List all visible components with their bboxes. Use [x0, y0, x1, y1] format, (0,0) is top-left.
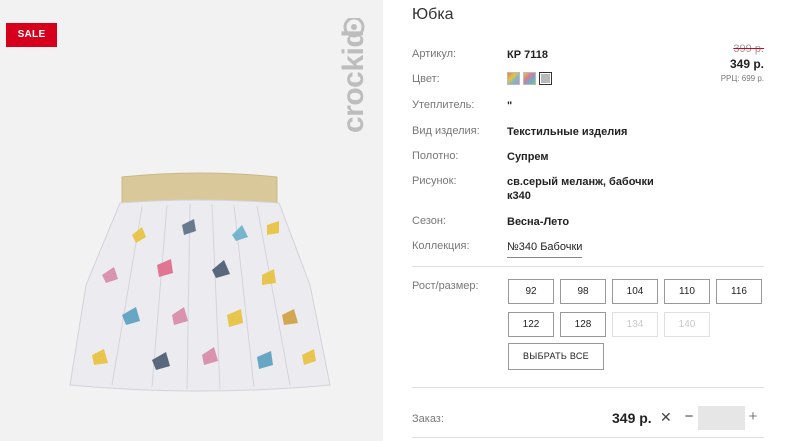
- order-price: 349 р.: [612, 410, 652, 426]
- size-option-92[interactable]: 92: [508, 279, 554, 304]
- field-value: Супрем: [507, 151, 549, 163]
- current-price: 349 р.: [729, 57, 764, 71]
- size-option-104[interactable]: 104: [612, 279, 658, 304]
- field-label: Утеплитель:: [412, 99, 475, 111]
- field-value: Весна-Лето: [507, 216, 570, 228]
- price-block: 399 р. 349 р. РРЦ: 699 р.: [721, 43, 764, 83]
- field-label: Полотно:: [412, 150, 459, 162]
- size-option-134-unavailable: 134: [612, 312, 658, 337]
- sale-badge: SALE: [6, 23, 57, 47]
- field-value: св.серый меланж, бабочки: [507, 176, 654, 188]
- size-option-128[interactable]: 128: [560, 312, 606, 337]
- skirt-product-image[interactable]: [62, 165, 337, 397]
- field-label: Рисунок:: [412, 175, 457, 187]
- divider: [412, 387, 764, 388]
- size-option-110[interactable]: 110: [664, 279, 710, 304]
- divider: [412, 437, 764, 438]
- color-swatch-2[interactable]: [523, 72, 536, 85]
- old-price: 399 р.: [733, 43, 764, 55]
- product-image-panel: SALE crockid: [0, 0, 383, 441]
- brand-logo: crockid: [337, 16, 371, 158]
- product-title: Юбка: [412, 6, 454, 23]
- select-all-sizes-button[interactable]: ВЫБРАТЬ ВСЕ: [508, 343, 604, 370]
- quantity-decrease-button[interactable]: −: [683, 408, 695, 425]
- quantity-increase-button[interactable]: +: [747, 408, 759, 425]
- size-option-116[interactable]: 116: [716, 279, 762, 304]
- field-value: КР 7118: [507, 49, 548, 61]
- color-swatches: [507, 72, 552, 85]
- field-value: Текстильные изделия: [507, 126, 628, 138]
- color-swatch-1[interactable]: [507, 72, 520, 85]
- size-label: Рост/размер:: [412, 280, 479, 292]
- field-value-line2: к340: [507, 190, 531, 202]
- field-label: Вид изделия:: [412, 125, 480, 137]
- field-value: ": [507, 100, 513, 112]
- size-option-98[interactable]: 98: [560, 279, 606, 304]
- brand-logo-text: crockid: [337, 30, 370, 133]
- field-label: Сезон:: [412, 215, 446, 227]
- collection-link[interactable]: №340 Бабочки: [507, 240, 583, 258]
- size-option-122[interactable]: 122: [508, 312, 554, 337]
- quantity-input[interactable]: [698, 406, 745, 430]
- color-swatch-3-selected[interactable]: [539, 72, 552, 85]
- product-details: Юбка 399 р. 349 р. РРЦ: 699 р. Артикул: …: [412, 0, 800, 441]
- recommended-retail-price: РРЦ: 699 р.: [720, 74, 764, 83]
- order-label: Заказ:: [412, 413, 444, 425]
- multiply-icon: ✕: [660, 409, 672, 425]
- field-label: Цвет:: [412, 73, 440, 85]
- field-label: Коллекция:: [412, 240, 470, 252]
- size-option-140-unavailable: 140: [664, 312, 710, 337]
- field-label: Артикул:: [412, 48, 457, 60]
- divider: [412, 266, 764, 267]
